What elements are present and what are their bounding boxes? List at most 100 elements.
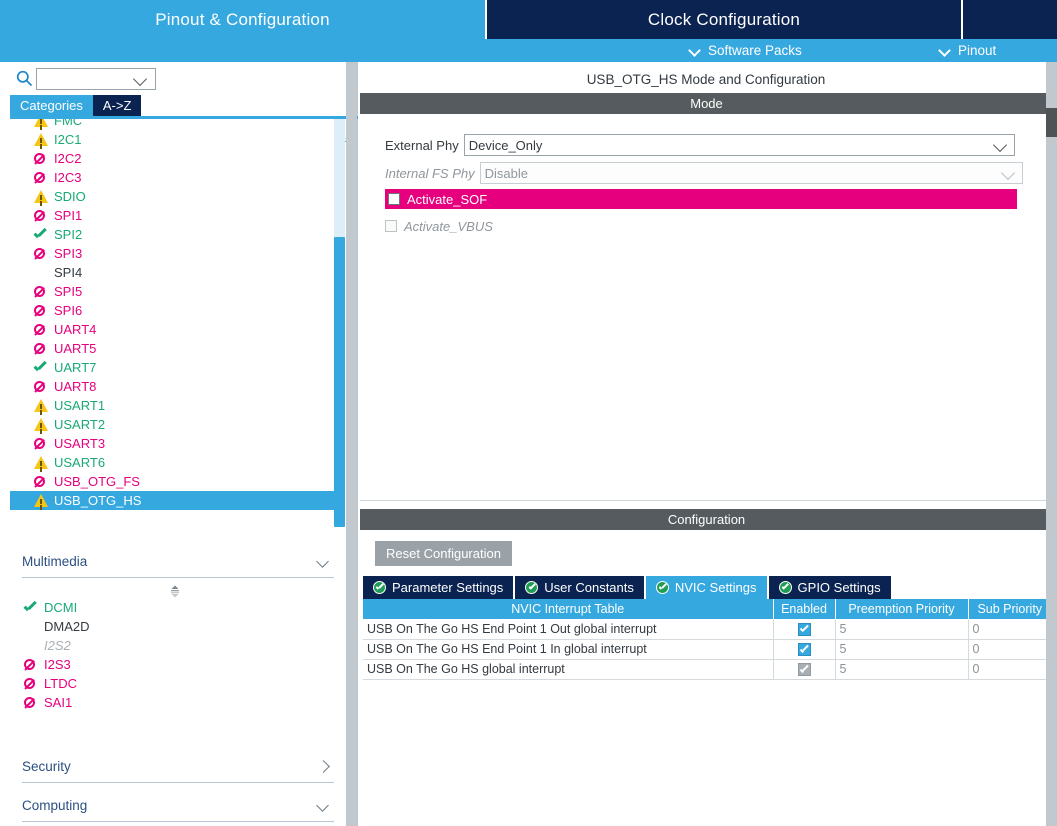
sidebar-item-sdio[interactable]: SDIO [10, 187, 345, 206]
tab-clock-configuration[interactable]: Clock Configuration [485, 0, 961, 39]
sidebar-panel-scrollbar[interactable] [346, 62, 357, 826]
field-internal-fs-phy-label: Internal FS Phy [385, 165, 475, 181]
scrollbar-thumb[interactable] [1046, 119, 1057, 137]
cell-preemption-priority[interactable]: 5 [835, 639, 969, 660]
sidebar-item-usb_otg_hs[interactable]: USB_OTG_HS [10, 491, 345, 510]
sidebar-item-usart3[interactable]: USART3 [10, 434, 345, 453]
sidebar-item-i2s2[interactable]: I2S2 [22, 636, 334, 655]
tab-nvic-settings[interactable]: NVIC Settings [645, 576, 767, 599]
configuration-section-body: Reset Configuration Parameter Settings Us… [360, 530, 1053, 826]
enabled-checkbox[interactable] [797, 622, 811, 636]
sidebar-item-usb_otg_fs[interactable]: USB_OTG_FS [10, 472, 345, 491]
sidebar-section-computing-title: Computing [22, 798, 88, 813]
tab-gpio-settings[interactable]: GPIO Settings [768, 576, 891, 599]
sidebar-item-i2c2[interactable]: I2C2 [10, 149, 345, 168]
peripheral-list-scrollbar[interactable] [334, 119, 345, 527]
sidebar-item-label: I2C3 [54, 170, 82, 185]
forbidden-icon [32, 304, 50, 318]
field-external-phy: External Phy Device_Only [385, 133, 1015, 157]
sidebar-item-fmc[interactable]: FMC [10, 119, 345, 130]
table-row[interactable]: USB On The Go HS End Point 1 Out global … [363, 619, 1051, 640]
chevron-down-icon [1000, 165, 1015, 181]
cell-sub-priority[interactable]: 0 [968, 639, 1051, 660]
sidebar-item-uart7[interactable]: UART7 [10, 358, 345, 377]
warning-triangle-icon [32, 189, 50, 204]
tab-a-to-z[interactable]: A->Z [92, 95, 142, 116]
enabled-checkbox[interactable] [797, 643, 811, 657]
sidebar-item-uart5[interactable]: UART5 [10, 339, 345, 358]
sidebar-item-label: DMA2D [44, 619, 90, 634]
sidebar-item-dma2d[interactable]: DMA2D [22, 617, 334, 636]
peripheral-list[interactable]: FMC I2C1 I2C2 I2C3 SDIO SPI1 SPI2 SPI3 SPI4 SPI5 S… [10, 119, 345, 529]
cell-sub-priority[interactable]: 0 [968, 619, 1051, 640]
chevron-down-icon [318, 556, 330, 568]
sidebar-item-usart1[interactable]: USART1 [10, 396, 345, 415]
sidebar-item-i2c1[interactable]: I2C1 [10, 130, 345, 149]
sidebar-item-sai1[interactable]: SAI1 [22, 693, 334, 712]
sidebar-item-spi1[interactable]: SPI1 [10, 206, 345, 225]
sidebar-item-label: SPI4 [54, 265, 83, 280]
sidebar-item-usart6[interactable]: USART6 [10, 453, 345, 472]
column-header-sub-priority[interactable]: Sub Priority [968, 599, 1051, 619]
cubemx-window: Pinout & Configuration Clock Configurati… [0, 0, 1057, 826]
list-resize-handle[interactable] [168, 585, 182, 598]
cell-preemption-priority[interactable]: 5 [835, 659, 969, 680]
top-tab-bar: Pinout & Configuration Clock Configurati… [0, 0, 1057, 39]
cell-enabled[interactable] [773, 639, 836, 660]
sidebar-item-label: DCMI [44, 600, 78, 615]
sidebar-item-ltdc[interactable]: LTDC [22, 674, 334, 693]
table-row[interactable]: USB On The Go HS End Point 1 In global i… [363, 639, 1051, 660]
sidebar-item-spi3[interactable]: SPI3 [10, 244, 345, 263]
sidebar-item-label: I2C1 [54, 132, 82, 147]
tab-parameter-settings[interactable]: Parameter Settings [363, 576, 514, 599]
column-header-preemption-priority[interactable]: Preemption Priority [835, 599, 969, 619]
cell-preemption-priority[interactable]: 5 [835, 619, 969, 640]
internal-fs-phy-select: Disable [479, 162, 1023, 184]
table-row[interactable]: USB On The Go HS global interrupt 5 0 [363, 659, 1051, 680]
sidebar-item-label: SPI2 [54, 227, 83, 242]
sidebar-section-security-header[interactable]: Security [22, 751, 334, 783]
search-input[interactable] [37, 69, 132, 89]
tab-clock-configuration-label: Clock Configuration [647, 9, 801, 29]
sidebar-section-computing-header[interactable]: Computing [22, 790, 334, 822]
sidebar-item-label: SPI6 [54, 303, 83, 318]
sidebar-item-label: FMC [54, 119, 83, 128]
scrollbar-up-arrow[interactable] [1046, 108, 1057, 119]
tab-pinout-and-configuration[interactable]: Pinout & Configuration [0, 0, 485, 39]
window-scrollbar[interactable] [1046, 62, 1057, 826]
cell-enabled[interactable] [773, 659, 836, 680]
sidebar-section-multimedia-header[interactable]: Multimedia [22, 546, 334, 578]
check-icon [22, 601, 40, 615]
tab-categories[interactable]: Categories [10, 95, 93, 116]
tab-pinout-and-configuration-label: Pinout & Configuration [155, 9, 330, 29]
sidebar-item-uart8[interactable]: UART8 [10, 377, 345, 396]
sidebar-item-uart4[interactable]: UART4 [10, 320, 345, 339]
forbidden-icon [32, 285, 50, 299]
column-header-nvic-interrupt-table[interactable]: NVIC Interrupt Table [363, 599, 774, 619]
scrollbar-thumb[interactable] [334, 237, 345, 527]
sidebar-item-spi5[interactable]: SPI5 [10, 282, 345, 301]
activate-sof-checkbox[interactable] [388, 193, 400, 205]
sidebar-item-spi4[interactable]: SPI4 [10, 263, 345, 282]
checkbox-row-activate-sof[interactable]: Activate_SOF [385, 189, 1017, 209]
sidebar-item-i2s3[interactable]: I2S3 [22, 655, 334, 674]
sidebar-item-dcmi[interactable]: DCMI [22, 598, 334, 617]
activate-sof-label: Activate_SOF [407, 191, 488, 207]
external-phy-select[interactable]: Device_Only [463, 134, 1015, 156]
enabled-checkbox [797, 663, 811, 677]
menu-pinout[interactable]: Pinout [940, 39, 996, 62]
menu-pinout-label: Pinout [958, 43, 997, 58]
tab-extra[interactable] [961, 0, 1057, 39]
menu-software-packs[interactable]: Software Packs [690, 39, 802, 62]
sidebar-item-spi6[interactable]: SPI6 [10, 301, 345, 320]
cell-sub-priority[interactable]: 0 [968, 659, 1051, 680]
sidebar-item-usart2[interactable]: USART2 [10, 415, 345, 434]
sidebar-item-spi2[interactable]: SPI2 [10, 225, 345, 244]
tab-user-constants[interactable]: User Constants [515, 576, 644, 599]
sidebar-item-label: USART6 [54, 455, 106, 470]
column-header-enabled[interactable]: Enabled [773, 599, 836, 619]
cell-enabled[interactable] [773, 619, 836, 640]
forbidden-icon [32, 437, 50, 451]
sidebar-item-i2c3[interactable]: I2C3 [10, 168, 345, 187]
reset-configuration-button[interactable]: Reset Configuration [375, 541, 512, 566]
